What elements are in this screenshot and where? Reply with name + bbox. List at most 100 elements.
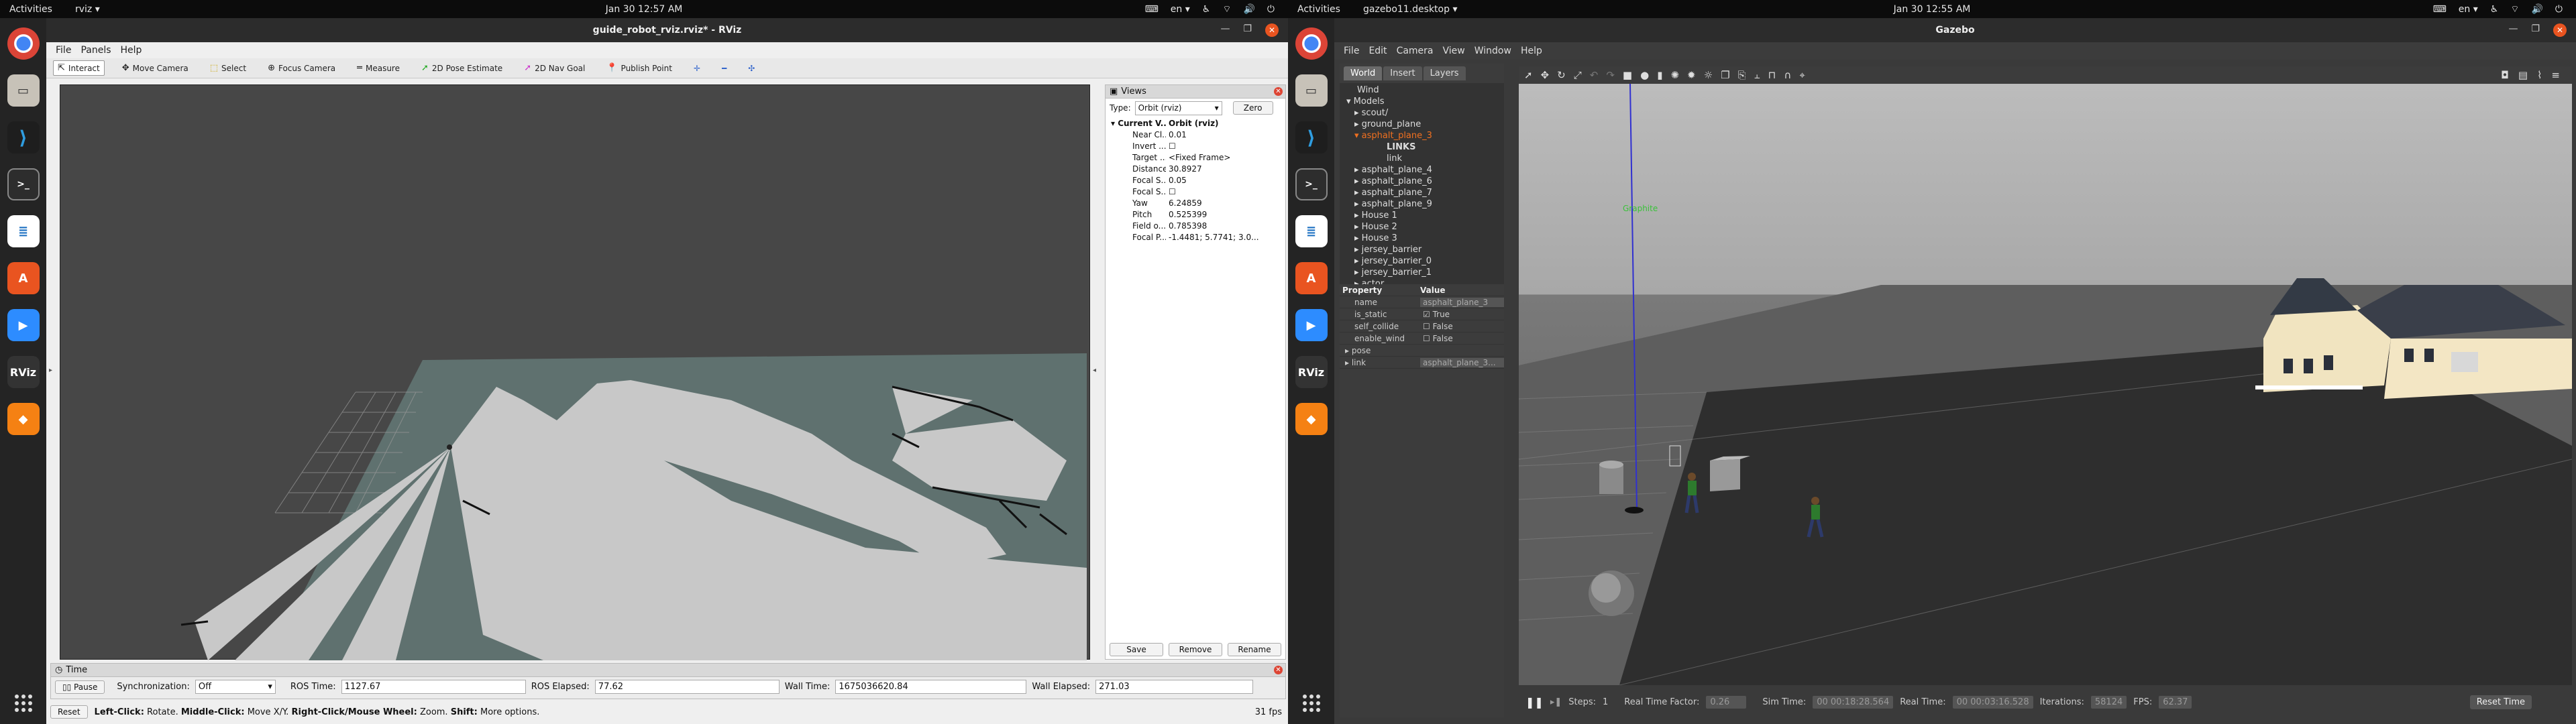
tab-layers[interactable]: Layers (1423, 66, 1466, 80)
remove-button[interactable]: Remove (1169, 643, 1222, 656)
redo-icon[interactable]: ↷ (1606, 69, 1615, 81)
scale-mode-icon[interactable]: ⤢ (1574, 69, 1582, 81)
menu-help[interactable]: Help (121, 45, 142, 56)
vscode-icon[interactable]: ⟩ (7, 121, 40, 154)
tool-2d-nav-goal[interactable]: ➚ 2D Nav Goal (520, 61, 589, 75)
app-grid-icon[interactable] (15, 695, 32, 712)
property-row[interactable]: name asphalt_plane_3 (1340, 296, 1504, 308)
directional-light-icon[interactable]: ☼ (1704, 69, 1713, 81)
tree-item[interactable]: ▸ jersey_barrier_1 (1346, 267, 1504, 278)
zoom-icon[interactable]: ▶ (7, 309, 40, 341)
checkbox-checked-icon[interactable]: ☑ (1423, 310, 1433, 319)
system-tray[interactable]: ⌨ en ▾ ♿ ⌔ 🔊 ⏻ (2433, 3, 2563, 15)
pause-icon[interactable]: ❚❚ (1525, 696, 1544, 709)
menu-file[interactable]: File (1344, 46, 1359, 56)
chrome-icon[interactable] (7, 27, 40, 60)
tool-focus-camera[interactable]: ⊕ Focus Camera (264, 61, 339, 75)
wall-time-field[interactable]: 1675036620.84 (835, 680, 1027, 694)
translate-mode-icon[interactable]: ✥ (1541, 69, 1550, 81)
gazebo-icon[interactable]: ◆ (7, 403, 40, 435)
property-row[interactable]: is_static ☑ True (1340, 308, 1504, 320)
app-grid-icon[interactable] (1303, 695, 1320, 712)
rotate-mode-icon[interactable]: ↻ (1557, 69, 1566, 81)
rviz-icon[interactable]: RViz (7, 356, 40, 388)
tree-item[interactable]: ▸ asphalt_plane_4 (1346, 164, 1504, 176)
app-store-icon[interactable]: A (1295, 262, 1328, 294)
snap-icon[interactable]: ⊓ (1768, 69, 1776, 81)
zero-button[interactable]: Zero (1232, 101, 1273, 115)
box-icon[interactable]: ■ (1623, 69, 1632, 81)
left-collapse-handle[interactable]: ▸ (49, 367, 52, 374)
paste-icon[interactable]: ⎘ (1738, 69, 1746, 81)
checkbox-icon[interactable]: ☐ (1423, 334, 1433, 343)
view-prop-row[interactable]: Focal S... ☐ (1106, 186, 1285, 197)
chrome-icon[interactable] (1295, 27, 1328, 60)
tree-item[interactable]: LINKS (1346, 141, 1504, 153)
system-tray[interactable]: ⌨ en ▾ ♿ ⌔ 🔊 ⏻ (1145, 3, 1275, 15)
checkbox-icon[interactable]: ☐ (1423, 322, 1433, 331)
minimize-icon[interactable]: — (1220, 23, 1230, 37)
app-store-icon[interactable]: A (7, 262, 40, 294)
point-light-icon[interactable]: ✺ (1670, 69, 1679, 81)
log-icon[interactable]: ▤ (2518, 69, 2528, 81)
close-icon[interactable]: ✕ (1265, 23, 1279, 37)
property-row[interactable]: ▸ link asphalt_plane_3... (1340, 357, 1504, 369)
files-icon[interactable]: ▭ (7, 74, 40, 107)
tool-publish-point[interactable]: 📍 Publish Point (602, 61, 676, 75)
tree-item[interactable]: ▸ asphalt_plane_9 (1346, 198, 1504, 210)
gazebo-titlebar[interactable]: Gazebo — ❐ ✕ (1334, 18, 2576, 42)
ros-elapsed-field[interactable]: 77.62 (594, 680, 780, 694)
view-prop-row[interactable]: Field o... 0.785398 (1106, 220, 1285, 231)
undo-icon[interactable]: ↶ (1590, 69, 1599, 81)
minimize-icon[interactable]: — (2508, 23, 2518, 37)
text-editor-icon[interactable]: ≣ (1295, 215, 1328, 247)
wall-elapsed-field[interactable]: 271.03 (1095, 680, 1254, 694)
clock[interactable]: Jan 30 12:55 AM (1288, 4, 2576, 15)
files-icon[interactable]: ▭ (1295, 74, 1328, 107)
tool-interact[interactable]: ⇱ Interact (53, 60, 105, 76)
view-prop-row[interactable]: Pitch 0.525399 (1106, 208, 1285, 220)
tree-item[interactable]: ▸ House 2 (1346, 221, 1504, 233)
align-icon[interactable]: ⫠ (1754, 69, 1760, 81)
language-indicator[interactable]: en ▾ (1171, 4, 1190, 15)
tool-properties-icon[interactable]: ✣ (744, 62, 759, 75)
view-prop-row[interactable]: Distance 30.8927 (1106, 163, 1285, 174)
property-row[interactable]: ▸ pose (1340, 345, 1504, 357)
rename-button[interactable]: Rename (1228, 643, 1281, 656)
screenshot-icon[interactable]: ◘ (2501, 69, 2509, 81)
menu-edit[interactable]: Edit (1368, 46, 1387, 56)
tree-item[interactable]: ▸ actor (1346, 278, 1504, 284)
step-icon[interactable]: ▸❚ (1550, 697, 1562, 707)
maximize-icon[interactable]: ❐ (2531, 23, 2540, 37)
tree-item-selected[interactable]: ▾ asphalt_plane_3 (1346, 130, 1504, 141)
remove-tool-button[interactable]: ━ (718, 62, 731, 75)
view-prop-row[interactable]: Invert ... ☐ (1106, 140, 1285, 152)
cylinder-icon[interactable]: ▮ (1657, 69, 1662, 81)
rviz-titlebar[interactable]: guide_robot_rviz.rviz* - RViz — ❐ ✕ (46, 18, 1288, 42)
tree-item[interactable]: ▸ ground_plane (1346, 119, 1504, 130)
steps-value[interactable]: 1 (1603, 697, 1608, 707)
property-row[interactable]: enable_wind ☐ False (1340, 333, 1504, 345)
right-collapse-handle[interactable]: ◂ (1093, 367, 1096, 374)
tree-item[interactable]: ▸ asphalt_plane_6 (1346, 176, 1504, 187)
language-indicator[interactable]: en ▾ (2459, 4, 2478, 15)
view-prop-row[interactable]: Yaw 6.24859 (1106, 197, 1285, 208)
gazebo-icon[interactable]: ◆ (1295, 403, 1328, 435)
video-record-icon[interactable]: ≡ (2551, 69, 2560, 81)
tree-item[interactable]: link (1346, 153, 1504, 164)
tool-select[interactable]: ⬚ Select (206, 61, 250, 75)
terminal-icon[interactable]: >_ (7, 168, 40, 200)
add-tool-button[interactable]: ✛ (690, 62, 704, 75)
zoom-icon[interactable]: ▶ (1295, 309, 1328, 341)
tree-item[interactable]: ▸ jersey_barrier (1346, 244, 1504, 255)
vscode-icon[interactable]: ⟩ (1295, 121, 1328, 154)
tree-item[interactable]: ▸ asphalt_plane_7 (1346, 187, 1504, 198)
tab-insert[interactable]: Insert (1383, 66, 1422, 80)
rviz-3d-view[interactable] (60, 84, 1090, 660)
tool-measure[interactable]: ═ Measure (353, 61, 404, 75)
rviz-icon[interactable]: RViz (1295, 356, 1328, 388)
menu-help[interactable]: Help (1521, 46, 1542, 56)
pause-button[interactable]: ▯▯ Pause (55, 680, 105, 694)
tree-item[interactable]: ▸ scout/ (1346, 107, 1504, 119)
view-prop-row[interactable]: Focal P... -1.4481; 5.7741; 3.0... (1106, 231, 1285, 243)
